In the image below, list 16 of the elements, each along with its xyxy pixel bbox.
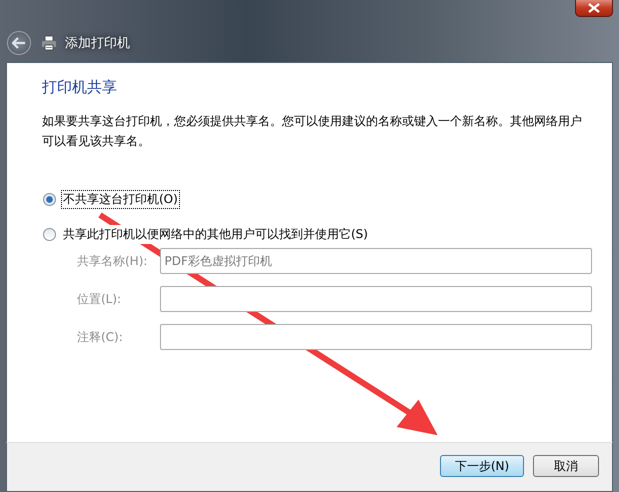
back-arrow-icon: [12, 37, 26, 49]
radio-button[interactable]: [43, 228, 56, 241]
close-button[interactable]: [575, 0, 613, 17]
description-text: 如果要共享这台打印机，您必须提供共享名。您可以使用建议的名称或键入一个新名称。其他网络用户可以看见该共享名。: [42, 113, 582, 150]
close-icon: [588, 3, 600, 13]
back-button[interactable]: [7, 31, 31, 55]
field-label: 位置(L):: [77, 290, 122, 308]
radio-option[interactable]: 不共享这台打印机(O): [43, 190, 592, 209]
field-label: 共享名称(H):: [77, 252, 148, 270]
radio-button[interactable]: [43, 193, 56, 206]
field-label: 注释(C):: [77, 328, 124, 346]
printer-icon: [41, 35, 57, 51]
next-button[interactable]: 下一步(N): [440, 455, 524, 477]
window-title: 添加打印机: [65, 35, 130, 52]
cancel-button[interactable]: 取消: [533, 455, 599, 477]
page-heading: 打印机共享: [42, 78, 118, 97]
